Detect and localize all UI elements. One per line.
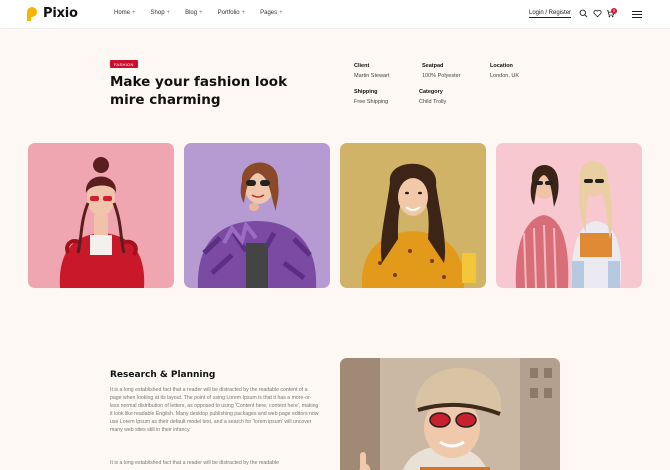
cart-count-badge: 0 xyxy=(611,8,617,14)
meta-seatpad: Seatpad 100% Polyester xyxy=(422,63,461,79)
meta-client: Client Martin Stewart xyxy=(354,63,389,79)
brand-name: Pixio xyxy=(43,6,78,21)
nav-item-portfolio[interactable]: Portfolio + xyxy=(218,10,246,16)
meta-category: Category Child Trolly xyxy=(419,89,446,105)
research-paragraph-2: It is a long established fact that a rea… xyxy=(110,460,279,466)
heart-icon[interactable] xyxy=(593,9,602,18)
page-title: Make your fashion look mire charming xyxy=(110,74,288,108)
gallery-photo-3[interactable] xyxy=(340,143,486,288)
logo-mark-icon xyxy=(27,6,40,21)
plus-icon: + xyxy=(132,10,136,16)
meta-label: Location xyxy=(490,63,513,69)
meta-value: Child Trolly xyxy=(419,99,447,105)
nav-item-shop[interactable]: Shop + xyxy=(151,10,171,16)
site-header: Pixio Home + Shop + Blog + Portfolio + Pages… xyxy=(0,0,670,29)
plus-icon: + xyxy=(241,10,246,16)
nav-label: Pages xyxy=(260,10,278,16)
nav-label: Shop xyxy=(150,10,165,16)
meta-location: Location London, UK xyxy=(490,63,519,79)
plus-icon: + xyxy=(279,10,283,16)
nav-item-blog[interactable]: Blog + xyxy=(185,10,203,16)
plus-icon: + xyxy=(199,10,203,16)
gallery-photo-4[interactable] xyxy=(496,143,642,288)
main-nav: Home + Shop + Blog + Portfolio + Pages + xyxy=(114,10,298,16)
brand-logo[interactable]: Pixio xyxy=(27,6,78,21)
meta-value: Free Shipping xyxy=(354,99,389,105)
nav-label: Portfolio xyxy=(217,10,240,16)
nav-label: Blog xyxy=(185,10,198,16)
photo-gallery xyxy=(28,143,642,288)
meta-label: Shipping xyxy=(354,89,378,95)
meta-label: Client xyxy=(354,63,370,69)
gallery-photo-1[interactable] xyxy=(28,143,174,288)
meta-shipping: Shipping Free Shipping xyxy=(354,89,388,105)
gallery-photo-2[interactable] xyxy=(184,143,330,288)
meta-value: Martin Stewart xyxy=(354,73,390,79)
research-photo[interactable] xyxy=(340,358,560,470)
nav-label: Home xyxy=(114,10,131,16)
nav-item-home[interactable]: Home + xyxy=(114,10,136,16)
login-register-link[interactable]: Login / Register xyxy=(529,10,572,18)
plus-icon: + xyxy=(166,10,171,16)
meta-value: London, UK xyxy=(490,73,520,79)
meta-value: 100% Polyester xyxy=(422,73,461,79)
menu-icon[interactable] xyxy=(632,11,642,20)
research-paragraph: It is a long established fact that a rea… xyxy=(110,387,319,433)
section-title-research: Research & Planning xyxy=(110,370,216,380)
meta-label: Category xyxy=(419,89,443,95)
meta-label: Seatpad xyxy=(422,63,444,69)
search-icon[interactable] xyxy=(579,9,588,18)
nav-item-pages[interactable]: Pages + xyxy=(260,10,283,16)
category-tag[interactable]: FASHION xyxy=(110,60,138,68)
